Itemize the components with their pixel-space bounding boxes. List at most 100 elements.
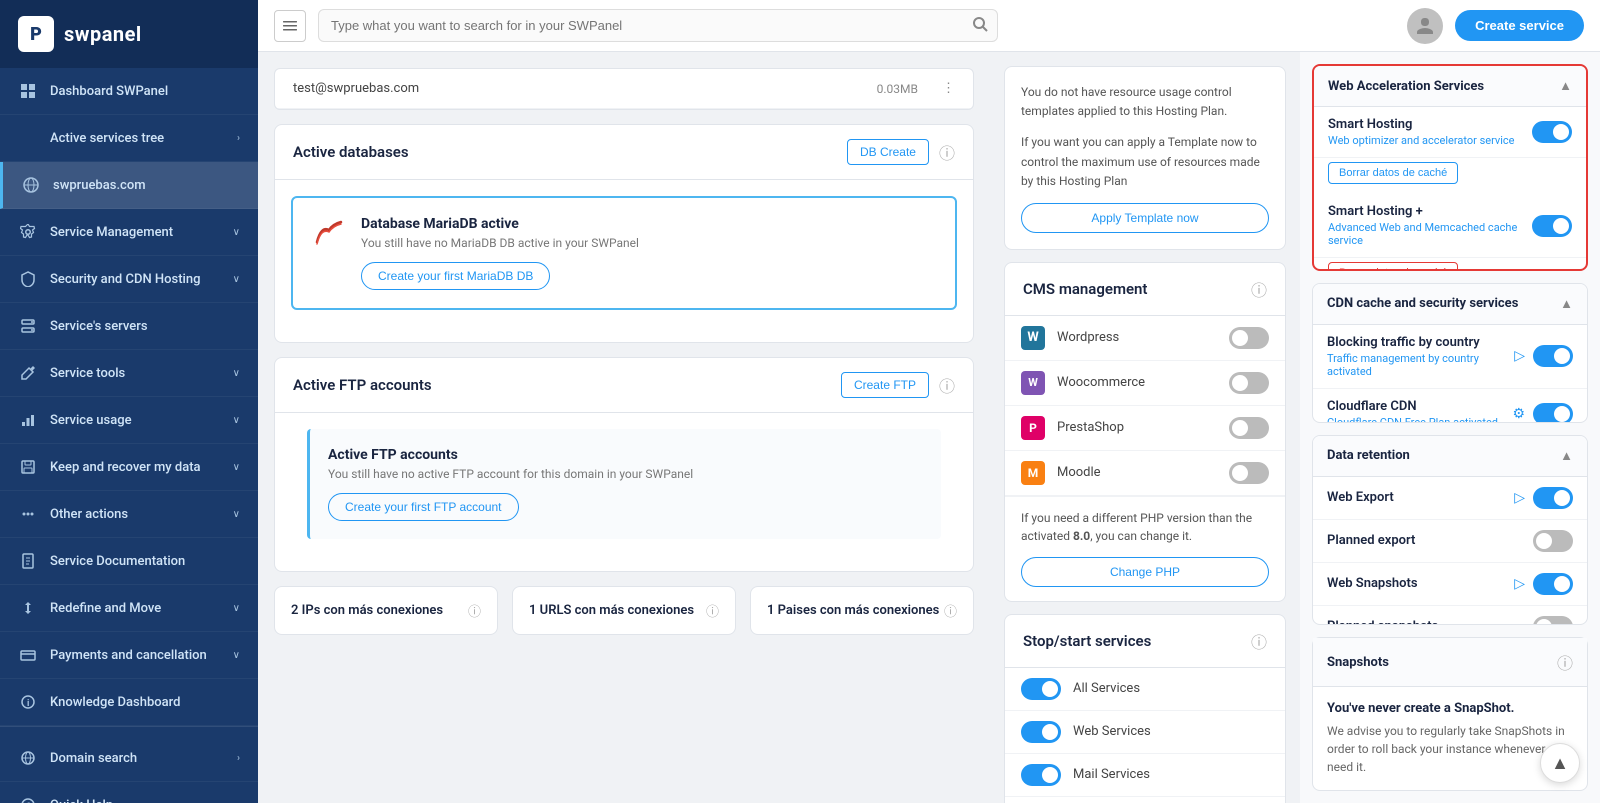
collapse-icon[interactable]: ▲ — [1559, 78, 1572, 94]
sidebar: P swpanel Dashboard SWPanel Active servi… — [0, 0, 258, 803]
apply-template-button[interactable]: Apply Template now — [1021, 203, 1269, 233]
db-desc: You still have no MariaDB DB active in y… — [361, 236, 639, 250]
stat-ips: 2 IPs con más conexiones ⓘ — [274, 586, 498, 635]
change-php-button[interactable]: Change PHP — [1021, 557, 1269, 587]
collapse-icon[interactable]: ▲ — [1560, 448, 1573, 464]
svg-text:i: i — [27, 699, 29, 709]
info-icon[interactable]: ⓘ — [1251, 629, 1267, 653]
sidebar-item-service-usage[interactable]: Service usage ∨ — [0, 397, 258, 444]
info-icon[interactable]: ⓘ — [939, 140, 955, 164]
blocking-traffic-actions: ▷ — [1514, 345, 1573, 367]
chevron-down-icon: ∨ — [233, 462, 240, 473]
prestashop-toggle[interactable] — [1229, 417, 1269, 439]
sidebar-item-label: Service Management — [50, 225, 221, 240]
mail-services-toggle[interactable] — [1021, 764, 1061, 786]
sidebar-item-keep-recover[interactable]: Keep and recover my data ∨ — [0, 444, 258, 491]
collapse-sidebar-button[interactable] — [274, 10, 306, 42]
sidebar-item-service-servers[interactable]: Service's servers — [0, 303, 258, 350]
ftp-create-first-button[interactable]: Create your first FTP account — [328, 493, 519, 521]
chart-icon — [18, 410, 38, 430]
sidebar-item-domain-search[interactable]: Domain search › — [0, 735, 258, 782]
sidebar-item-dashboard[interactable]: Dashboard SWPanel — [0, 68, 258, 115]
create-service-button[interactable]: Create service — [1455, 10, 1584, 41]
sidebar-item-service-management[interactable]: Service Management ∨ — [0, 209, 258, 256]
sidebar-item-active-services[interactable]: Active services tree › — [0, 115, 258, 162]
create-ftp-button[interactable]: Create FTP — [841, 372, 929, 398]
info-icon[interactable]: ⓘ — [1557, 650, 1573, 674]
help-icon: ? — [18, 795, 38, 803]
avatar — [1407, 8, 1443, 44]
active-databases-title: Active databases — [293, 143, 837, 161]
web-export-toggle[interactable] — [1533, 487, 1573, 509]
settings-icon[interactable]: ⚙ — [1512, 406, 1525, 422]
sidebar-item-security-cdn[interactable]: Security and CDN Hosting ∨ — [0, 256, 258, 303]
smart-hosting-item: Smart Hosting Web optimizer and accelera… — [1314, 107, 1586, 158]
sidebar-item-knowledge[interactable]: i Knowledge Dashboard — [0, 679, 258, 726]
smart-hosting-toggle[interactable] — [1532, 121, 1572, 143]
info-icon[interactable]: ⓘ — [939, 373, 955, 397]
planned-export-label: Planned export — [1327, 533, 1523, 548]
sidebar-item-service-docs[interactable]: Service Documentation — [0, 538, 258, 585]
all-services-toggle[interactable] — [1021, 678, 1061, 700]
cloudflare-toggle[interactable] — [1533, 403, 1573, 423]
stat-info-icon[interactable]: ⓘ — [706, 601, 719, 620]
blocking-traffic-label: Blocking traffic by country — [1327, 335, 1504, 350]
smart-hosting-cache-button[interactable]: Borrar datos de caché — [1328, 162, 1458, 184]
db-create-first-button[interactable]: Create your first MariaDB DB — [361, 262, 550, 290]
stat-info-icon[interactable]: ⓘ — [944, 601, 957, 620]
sidebar-item-redefine-move[interactable]: Redefine and Move ∨ — [0, 585, 258, 632]
planned-snapshots-info: Planned snapshots — [1327, 619, 1523, 625]
web-export-info: Web Export — [1327, 490, 1504, 505]
sidebar-item-other-actions[interactable]: Other actions ∨ — [0, 491, 258, 538]
search-input[interactable] — [318, 9, 998, 42]
play-icon[interactable]: ▷ — [1514, 490, 1525, 506]
smart-hosting-plus-info: Smart Hosting + Advanced Web and Memcach… — [1328, 204, 1522, 247]
resource-template-text2: If you want you can apply a Template now… — [1021, 133, 1269, 191]
cms-wordpress: W Wordpress — [1005, 316, 1285, 361]
smart-hosting-plus-toggle[interactable] — [1532, 215, 1572, 237]
sidebar-item-swpruebas[interactable]: swpruebas.com — [0, 162, 258, 209]
moodle-toggle[interactable] — [1229, 462, 1269, 484]
cms-prestashop: P PrestaShop — [1005, 406, 1285, 451]
cloudflare-item: Cloudflare CDN Cloudflare CDN Free Plan … — [1313, 389, 1587, 423]
cog-icon — [18, 222, 38, 242]
sidebar-item-label: Redefine and Move — [50, 601, 221, 616]
prestashop-icon: P — [1021, 416, 1045, 440]
smart-hosting-plus-actions — [1532, 215, 1572, 237]
more-icon — [18, 504, 38, 524]
globe-icon — [18, 748, 38, 768]
collapse-icon[interactable]: ▲ — [1560, 296, 1573, 312]
sidebar-item-payments[interactable]: Payments and cancellation ∨ — [0, 632, 258, 679]
move-icon — [18, 598, 38, 618]
play-icon[interactable]: ▷ — [1514, 348, 1525, 364]
grid-icon — [18, 81, 38, 101]
db-create-button[interactable]: DB Create — [847, 139, 929, 165]
smart-hosting-plus-label: Smart Hosting + — [1328, 204, 1522, 219]
web-snapshots-item: Web Snapshots ▷ — [1313, 563, 1587, 606]
wordpress-toggle[interactable] — [1229, 327, 1269, 349]
all-services-label: All Services — [1073, 681, 1269, 696]
stat-info-icon[interactable]: ⓘ — [468, 601, 481, 620]
data-retention-title: Data retention — [1327, 448, 1560, 463]
sidebar-item-quick-help[interactable]: ? Quick Help › — [0, 782, 258, 803]
sidebar-item-service-tools[interactable]: Service tools ∨ — [0, 350, 258, 397]
mid-right-column: You do not have resource usage control t… — [990, 52, 1300, 803]
chevron-down-icon: ∨ — [233, 274, 240, 285]
planned-export-toggle[interactable] — [1533, 530, 1573, 552]
logo-icon: P — [18, 16, 54, 52]
sidebar-item-label: Security and CDN Hosting — [50, 272, 221, 287]
info-icon[interactable]: ⓘ — [1251, 277, 1267, 301]
scroll-to-top-button[interactable]: ▲ — [1540, 743, 1580, 783]
stat-ips-label: 2 IPs con más conexiones — [291, 603, 443, 618]
planned-snapshots-toggle[interactable] — [1533, 616, 1573, 625]
sidebar-item-label: Keep and recover my data — [50, 460, 221, 475]
active-databases-card: Active databases DB Create ⓘ Database Ma… — [274, 124, 974, 343]
blocking-traffic-toggle[interactable] — [1533, 345, 1573, 367]
smart-hosting-plus-cache-button[interactable]: Borrar datos de caché — [1328, 262, 1458, 271]
play-icon[interactable]: ▷ — [1514, 576, 1525, 592]
web-services-toggle[interactable] — [1021, 721, 1061, 743]
woocommerce-toggle[interactable] — [1229, 372, 1269, 394]
email-options-icon[interactable]: ⋮ — [942, 81, 955, 96]
web-snapshots-toggle[interactable] — [1533, 573, 1573, 595]
web-acceleration-card: Web Acceleration Services ▲ Smart Hostin… — [1312, 64, 1588, 271]
